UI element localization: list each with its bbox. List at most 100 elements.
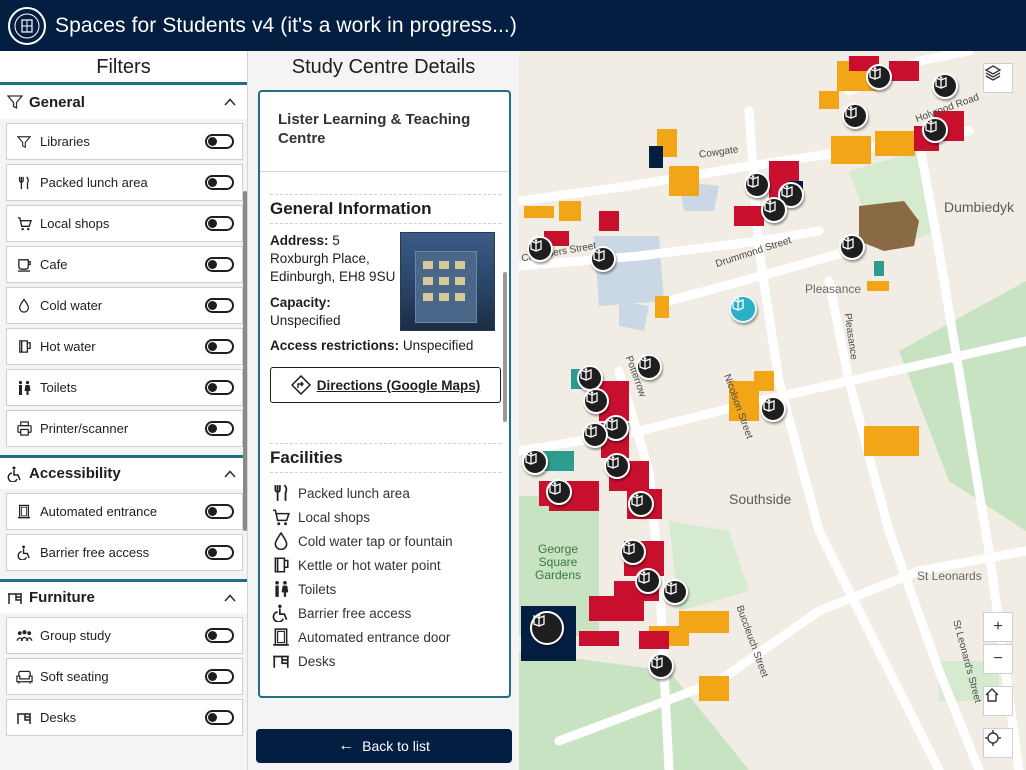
toggle-switch[interactable]	[205, 257, 234, 272]
toggle-switch[interactable]	[205, 380, 234, 395]
filter-automated-entrance[interactable]: Automated entrance	[6, 493, 243, 530]
study-space-marker[interactable]	[842, 103, 868, 129]
study-space-marker[interactable]	[648, 653, 674, 679]
study-space-marker[interactable]	[932, 73, 958, 99]
toilets-icon	[15, 379, 33, 397]
filter-packed-lunch[interactable]: Packed lunch area	[6, 164, 243, 201]
toggle-switch[interactable]	[205, 298, 234, 313]
filter-desks[interactable]: Desks	[6, 699, 243, 736]
filter-printer[interactable]: Printer/scanner	[6, 410, 243, 447]
filter-label: Barrier free access	[40, 545, 150, 560]
university-building	[589, 596, 644, 621]
toggle-switch[interactable]	[205, 504, 234, 519]
orange-building	[819, 91, 839, 109]
filter-group-general[interactable]: General	[0, 85, 247, 119]
filter-hot-water[interactable]: Hot water	[6, 328, 243, 365]
study-space-marker[interactable]	[583, 388, 609, 414]
selected-study-space-marker[interactable]	[729, 295, 757, 323]
toggle-switch[interactable]	[205, 628, 234, 643]
study-space-marker[interactable]	[582, 422, 608, 448]
toggle-switch[interactable]	[205, 339, 234, 354]
filter-soft-seating[interactable]: Soft seating	[6, 658, 243, 695]
facility-label: Cold water tap or fountain	[298, 533, 453, 549]
orange-building	[699, 676, 729, 701]
chevron-up-icon[interactable]	[223, 95, 237, 109]
book-icon	[781, 185, 793, 198]
zoom-in-button[interactable]: +	[983, 612, 1013, 642]
toggle-switch[interactable]	[205, 175, 234, 190]
toggle-switch[interactable]	[205, 710, 234, 725]
filter-group-furniture[interactable]: Furniture	[0, 579, 247, 613]
study-space-marker[interactable]	[577, 365, 603, 391]
filter-cafe[interactable]: Cafe	[6, 246, 243, 283]
toilets-icon	[270, 578, 292, 600]
book-icon	[763, 399, 775, 412]
toggle-switch[interactable]	[205, 421, 234, 436]
toggle-switch[interactable]	[205, 216, 234, 231]
study-space-marker[interactable]	[662, 579, 688, 605]
directions-button[interactable]: Directions (Google Maps)	[270, 367, 501, 403]
book-icon	[651, 656, 663, 669]
study-space-marker[interactable]	[635, 568, 661, 594]
study-space-marker[interactable]	[522, 449, 548, 475]
capacity-value: Unspecified	[270, 313, 341, 328]
study-space-marker[interactable]	[604, 453, 630, 479]
filter-label: Soft seating	[40, 669, 109, 684]
filter-toilets[interactable]: Toilets	[6, 369, 243, 406]
study-space-marker[interactable]	[620, 539, 646, 565]
study-space-marker[interactable]	[922, 117, 948, 143]
study-space-marker[interactable]	[760, 396, 786, 422]
study-space-marker[interactable]	[530, 611, 564, 645]
study-space-marker[interactable]	[636, 354, 662, 380]
study-space-marker[interactable]	[590, 246, 616, 272]
group-label: Furniture	[29, 589, 95, 606]
chevron-up-icon[interactable]	[223, 591, 237, 605]
filter-cold-water[interactable]: Cold water	[6, 287, 243, 324]
map-view[interactable]: Cowgate Holyrood Road Chambers Street Dr…	[519, 51, 1026, 770]
book-icon	[586, 391, 598, 404]
chevron-up-icon[interactable]	[223, 467, 237, 481]
filter-label: Desks	[40, 710, 77, 725]
book-icon	[639, 357, 651, 370]
area-label-pleasance: Pleasance	[805, 282, 862, 296]
study-space-marker[interactable]	[866, 64, 892, 90]
study-space-marker[interactable]	[527, 236, 553, 262]
university-building	[734, 206, 764, 226]
group-icon	[15, 627, 33, 645]
book-icon	[623, 542, 635, 555]
filters-scrollbar[interactable]	[243, 191, 247, 531]
zoom-out-button[interactable]: −	[983, 644, 1013, 674]
study-space-marker[interactable]	[546, 479, 572, 505]
access-line: Access restrictions: Unspecified	[270, 337, 501, 355]
area-label-george-square: George Square Gardens	[534, 542, 582, 582]
study-space-marker[interactable]	[628, 491, 654, 517]
card-scrollbar[interactable]	[503, 272, 507, 422]
filter-group-accessibility[interactable]: Accessibility	[0, 455, 247, 489]
filter-label: Group study	[40, 628, 111, 643]
filter-local-shops[interactable]: Local shops	[6, 205, 243, 242]
locate-button[interactable]	[983, 728, 1013, 758]
filter-barrier-free[interactable]: Barrier free access	[6, 534, 243, 571]
toggle-switch[interactable]	[205, 669, 234, 684]
kettle-icon	[15, 338, 33, 356]
layers-button[interactable]	[983, 63, 1013, 93]
study-space-marker[interactable]	[839, 234, 865, 260]
capacity-label: Capacity:	[270, 295, 331, 310]
directions-icon	[290, 375, 311, 395]
printer-icon	[15, 420, 33, 438]
toggle-switch[interactable]	[205, 134, 234, 149]
back-to-list-button[interactable]: ← Back to list	[256, 729, 512, 763]
study-space-marker[interactable]	[744, 172, 770, 198]
study-space-marker[interactable]	[761, 197, 787, 223]
filter-libraries[interactable]: Libraries	[6, 123, 243, 160]
facilities-list: Packed lunch area Local shops Cold water…	[270, 481, 501, 673]
home-button[interactable]	[983, 686, 1013, 716]
wheelchair-icon	[15, 544, 33, 562]
photo-window	[455, 261, 465, 269]
filter-group-study[interactable]: Group study	[6, 617, 243, 654]
book-icon	[638, 571, 650, 584]
university-crest-icon[interactable]	[8, 6, 46, 45]
university-building	[889, 61, 919, 81]
toggle-switch[interactable]	[205, 545, 234, 560]
water-drop-icon	[15, 297, 33, 315]
